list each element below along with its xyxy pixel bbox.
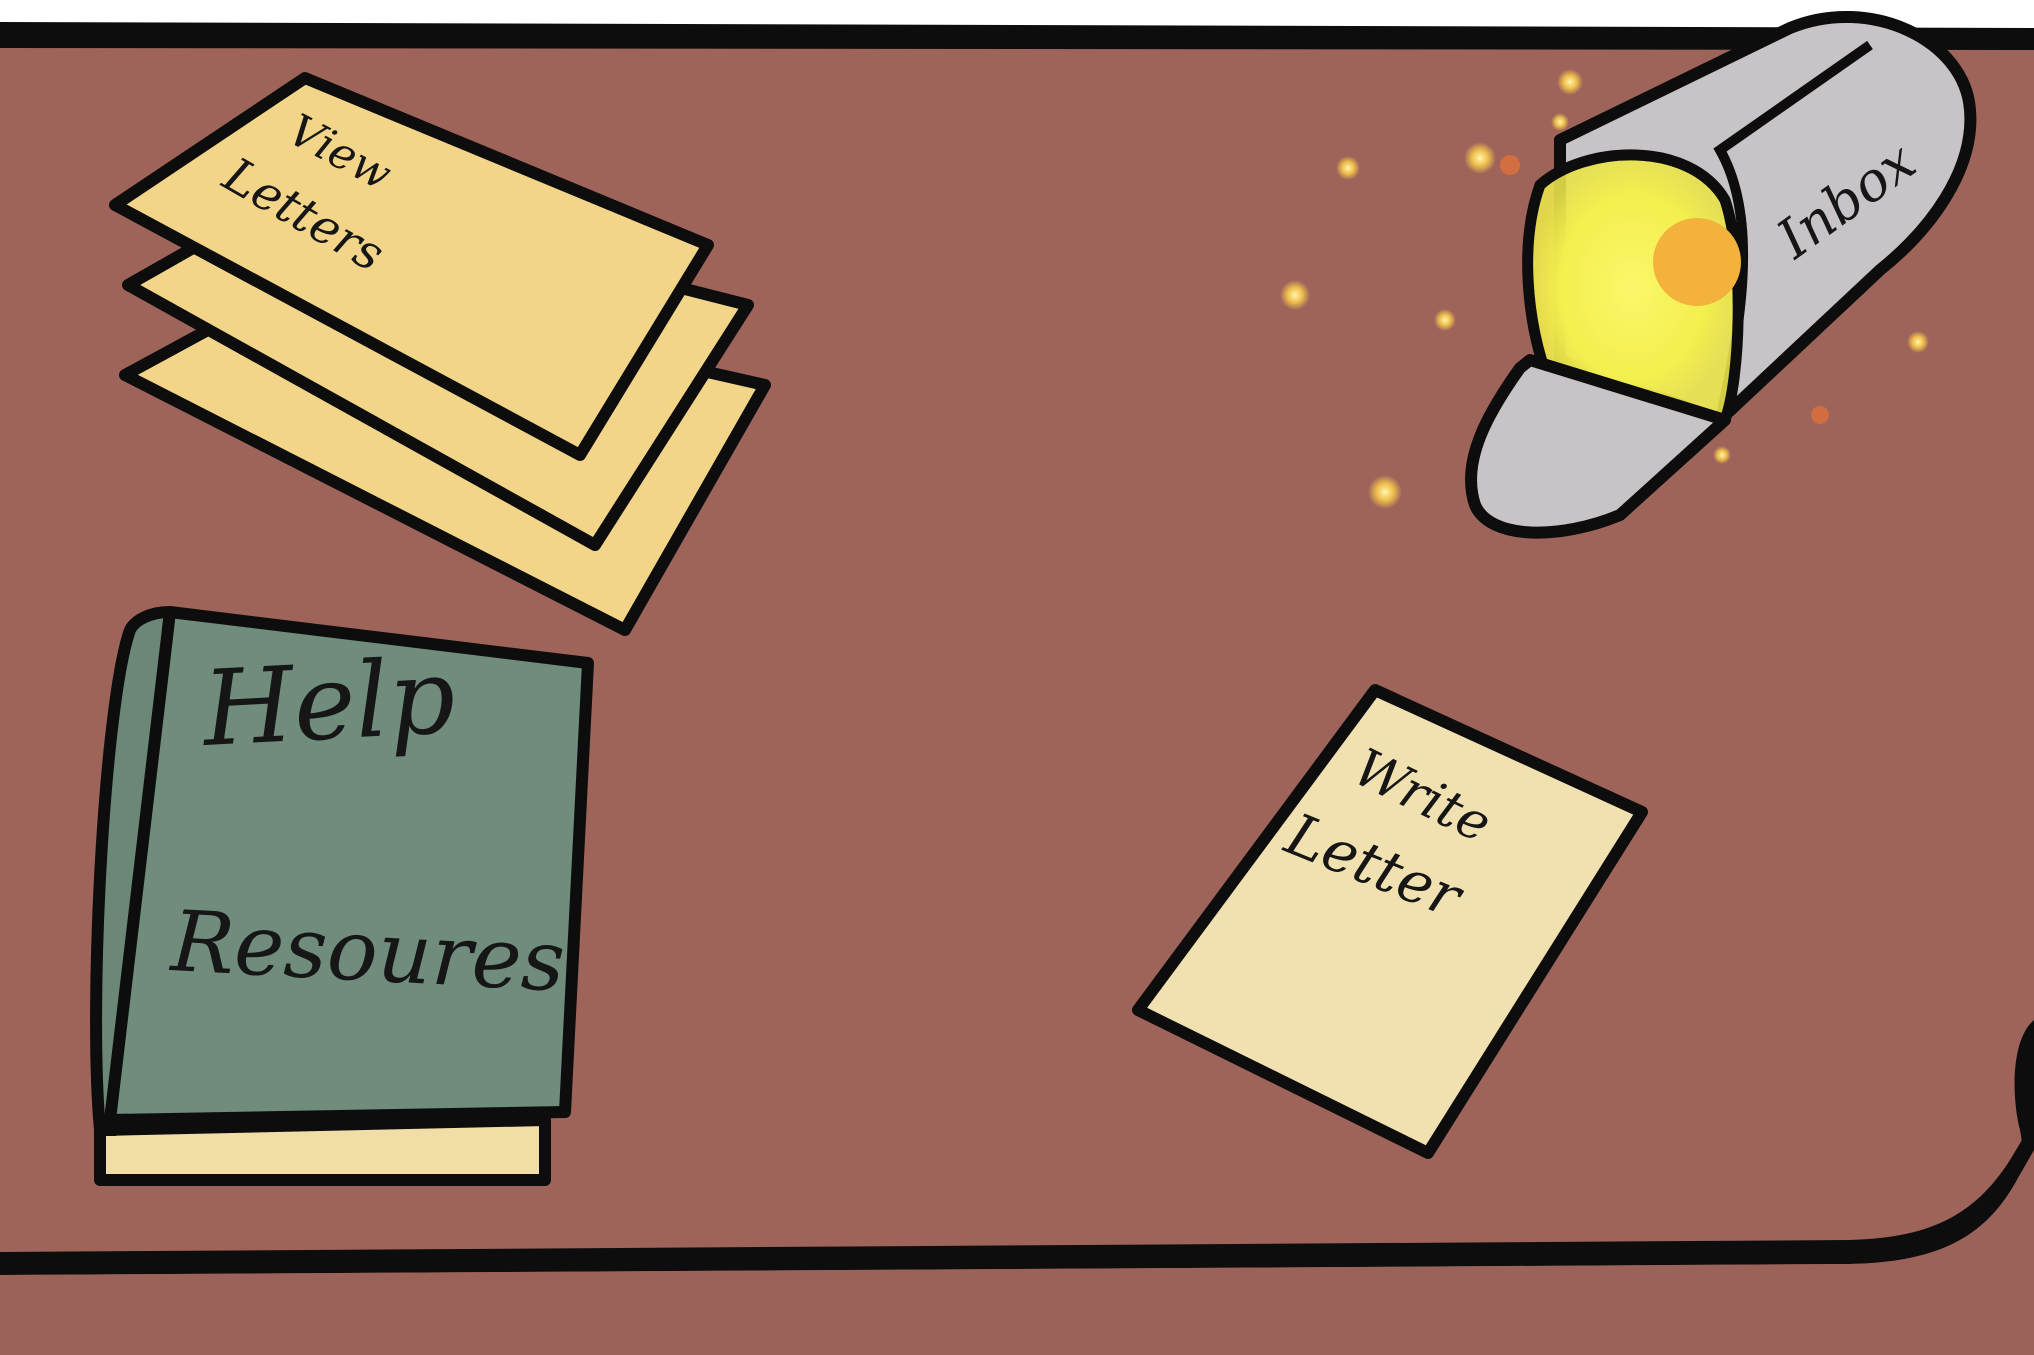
desk-scene: View Letters Inbox Help Resoures Write L… bbox=[0, 0, 2034, 1355]
help-resources-label-line2: Resoures bbox=[167, 892, 567, 1011]
help-resources-button[interactable]: Help Resoures bbox=[90, 606, 594, 1186]
book-pages bbox=[94, 1114, 551, 1186]
help-resources-label-line1: Help bbox=[198, 635, 458, 770]
desk-canvas: View Letters Inbox Help Resoures Write L… bbox=[0, 0, 2034, 1355]
